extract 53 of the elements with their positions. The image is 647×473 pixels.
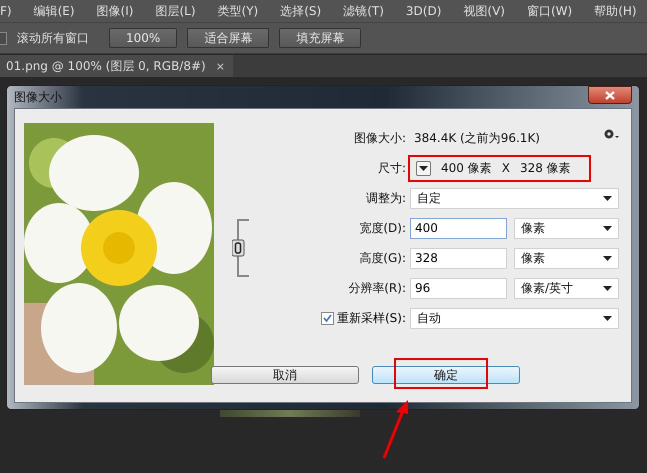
constrain-link-icon[interactable] [232,216,250,280]
dimensions-dropdown-button[interactable] [416,160,431,176]
unit-dropdown[interactable]: 像素 [514,218,619,238]
menu-item[interactable]: 编辑(E) [34,2,75,20]
menu-item[interactable]: 滤镜(T) [343,2,384,20]
field-label: 宽度(D): [358,220,407,236]
dialog-button[interactable]: 确定 [372,366,520,384]
dialog-button[interactable]: 取消 [211,366,359,384]
input-field[interactable]: 400 [410,218,507,238]
fit-to-dropdown[interactable]: 自定 [410,188,619,208]
dropdown-caret-icon [603,256,612,260]
dimensions-height: 328 像素 [520,160,571,176]
dimensions-width: 400 像素 [441,160,492,176]
input-field[interactable]: 96 [410,278,507,298]
dropdown-caret-icon [603,286,612,290]
unit-dropdown[interactable]: 像素 [514,248,619,268]
close-button[interactable] [588,86,632,104]
input-field[interactable]: 328 [410,248,507,268]
menu-item[interactable]: 帮助(H) [594,2,637,20]
menu-item[interactable]: 选择(S) [280,2,322,20]
dialog-title: 图像大小 [14,88,62,106]
arrow-icon [382,398,410,460]
field-label: 分辨率(R): [347,280,407,296]
menu-item[interactable]: 窗口(W) [526,2,572,20]
image-size-label: 图像大小: [352,130,407,146]
menu-item[interactable]: F) [0,4,12,18]
tab-close-button[interactable]: × [216,60,225,72]
menu-item[interactable]: 图像(I) [96,2,134,20]
document-tab-title: 01.png @ 100% (图层 0, RGB/8#) [6,58,206,74]
field-label: 高度(G): [358,250,407,266]
unit-dropdown[interactable]: 像素/英寸 [514,278,619,298]
toolbar-button[interactable]: 适合屏幕 [187,28,270,48]
toolbar-button[interactable]: 填充屏幕 [279,28,362,48]
menu-item[interactable]: 3D(D) [406,4,442,18]
image-size-value: 384.4K (之前为96.1K) [413,130,540,146]
dimensions-label: 尺寸: [376,160,407,176]
close-icon [605,90,615,100]
dropdown-caret-icon [603,316,612,320]
dropdown-caret-icon [603,226,612,230]
fit-to-label: 调整为: [364,190,407,206]
resample-dropdown[interactable]: 自动 [410,308,619,328]
menu-item[interactable]: 图层(L) [155,2,196,20]
settings-icon[interactable] [603,128,619,140]
menu-item[interactable]: 视图(V) [463,2,505,20]
dimensions-separator: X [502,161,510,175]
dropdown-caret-icon [419,166,428,170]
toolbar-button[interactable]: 100% [109,28,178,48]
document-tab[interactable]: 01.png @ 100% (图层 0, RGB/8#) × [0,55,233,77]
resample-label: 重新采样(S): [336,310,406,326]
dropdown-caret-icon [603,196,612,200]
menu-item[interactable]: 类型(Y) [218,2,258,20]
checkbox-label: 滚动所有窗口 [17,30,89,46]
checkbox[interactable] [320,312,334,324]
